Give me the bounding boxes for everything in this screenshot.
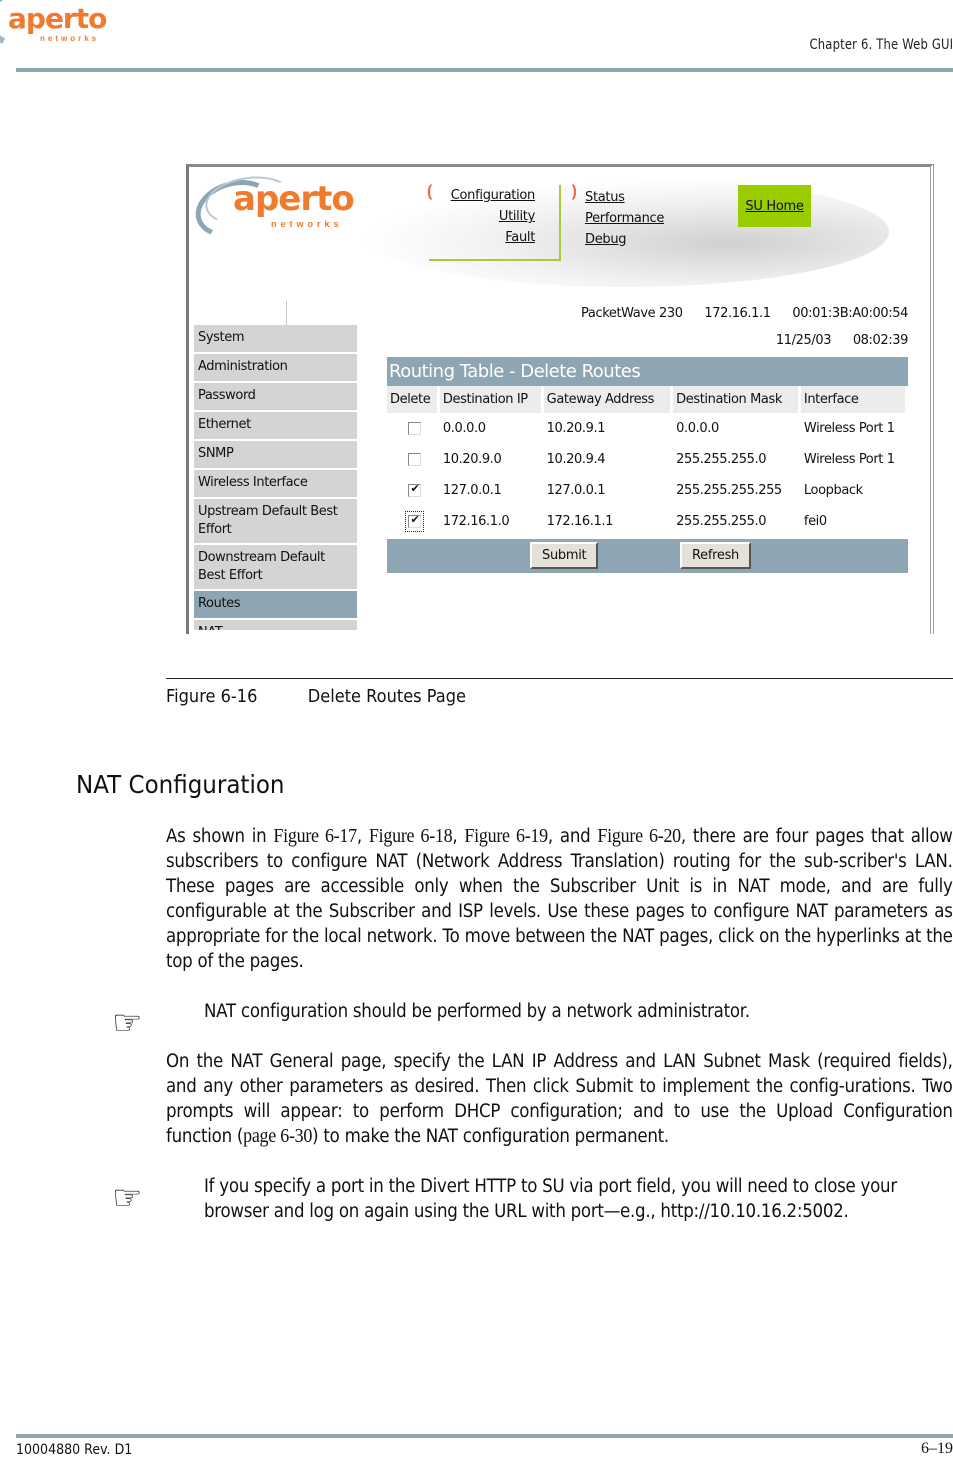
submit-button[interactable]: Submit [530,542,599,569]
table-row: 127.0.0.1 127.0.0.1 255.255.255.255 Loop… [387,475,908,506]
delete-checkbox[interactable] [408,482,422,497]
sidebar-item-system[interactable]: System [194,325,357,354]
device-mac: 00:01:3B:A0:00:54 [792,306,908,321]
nav-group-left: ( ) Configuration Utility Fault [427,183,577,261]
cell-mask: 255.255.255.0 [676,514,767,529]
aperto-logo: aperto networks [0,0,120,55]
sidebar-item-downstream-default-best-effort[interactable]: Downstream Default Best Effort [194,545,357,591]
table-row: 172.16.1.0 172.16.1.1 255.255.255.0 fei0 [387,506,908,537]
footer-rule [16,1434,953,1438]
section-heading: NAT Configuration [76,770,285,799]
cell-destination-ip: 172.16.1.0 [442,514,510,529]
logo-sub: networks [40,34,100,43]
device-datetime: 11/25/03 08:02:39 [758,333,909,348]
text: , [452,826,465,847]
paragraph-nat-general: On the NAT General page, specify the LAN… [166,1049,953,1149]
nav-debug[interactable]: Debug [585,229,664,250]
column-header-gateway-address: Gateway Address [543,386,674,413]
routing-table: Delete Destination IP Gateway Address De… [387,386,908,537]
nav-fault[interactable]: Fault [451,227,535,248]
right-paren-icon: ) [571,183,577,200]
routing-table-panel: Routing Table - Delete Routes Delete Des… [387,357,908,573]
device-info: PacketWave 230 172.16.1.1 00:01:3B:A0:00… [563,306,908,321]
nav-performance[interactable]: Performance [585,208,664,229]
cell-mask: 255.255.255.255 [676,483,782,498]
refresh-button[interactable]: Refresh [680,542,751,569]
text: ) to make the NAT configuration permanen… [312,1126,669,1147]
sidebar-item-ethernet[interactable]: Ethernet [194,412,357,441]
chapter-title: Chapter 6. The Web GUI [809,37,953,53]
sidebar-item-snmp[interactable]: SNMP [194,441,357,470]
figure-ref-6-17[interactable]: Figure 6-17 [273,825,357,847]
sidebar-item-administration[interactable]: Administration [194,354,357,383]
delete-routes-screenshot: aperto networks ( ) Configuration Utilit… [186,164,934,634]
text: , there are four pages that allow subscr… [166,826,953,972]
left-paren-icon: ( [427,183,433,200]
app-logo: aperto networks [189,171,363,247]
paragraph-intro: As shown in Figure 6-17, Figure 6-18, Fi… [166,824,953,974]
sidebar-item-routes[interactable]: Routes [194,591,357,620]
column-header-destination-ip: Destination IP [439,386,544,413]
sidebar-item-upstream-default-best-effort[interactable]: Upstream Default Best Effort [194,499,357,545]
sidebar-item-nat[interactable]: NAT [194,620,357,632]
cell-mask: 0.0.0.0 [676,421,719,436]
column-header-interface: Interface [800,386,908,413]
cell-gateway: 172.16.1.1 [546,514,614,529]
cell-interface: Loopback [803,483,863,498]
app-logo-word: aperto [233,179,355,219]
nav-configuration[interactable]: Configuration [451,185,536,206]
figure-ref-6-18[interactable]: Figure 6-18 [369,825,453,847]
cell-gateway: 127.0.0.1 [546,483,606,498]
cell-interface: fei0 [803,514,827,529]
figure-number: Figure 6-16 [166,686,258,707]
device-date: 11/25/03 [775,333,832,348]
cell-gateway: 10.20.9.4 [546,452,606,467]
nav-utility[interactable]: Utility [451,206,535,227]
pointing-hand-icon: ☞ [112,1178,143,1218]
logo-word: aperto [8,2,107,35]
column-header-delete: Delete [387,386,440,413]
routing-table-footer: Submit Refresh [387,537,908,573]
cell-interface: Wireless Port 1 [803,421,895,436]
sidebar-item-password[interactable]: Password [194,383,357,412]
cell-interface: Wireless Port 1 [803,452,895,467]
figure-ref-6-19[interactable]: Figure 6-19 [464,825,548,847]
cell-destination-ip: 127.0.0.1 [442,483,502,498]
delete-checkbox[interactable] [408,422,422,435]
delete-checkbox[interactable] [408,513,422,528]
caption-rule [166,678,953,679]
note-admin: NAT configuration should be performed by… [204,1001,750,1022]
text: As shown in [166,826,274,847]
table-row: 10.20.9.0 10.20.9.4 255.255.255.0 Wirele… [387,444,908,475]
cell-destination-ip: 0.0.0.0 [442,421,486,436]
figure-ref-6-20[interactable]: Figure 6-20 [597,825,681,847]
table-row: 0.0.0.0 10.20.9.1 0.0.0.0 Wireless Port … [387,413,908,444]
page-number: 6–19 [921,1440,953,1457]
sidebar: System Administration Password Ethernet … [194,325,357,632]
sidebar-item-wireless-interface[interactable]: Wireless Interface [194,470,357,499]
figure-caption: Figure 6-16 Delete Routes Page [166,686,466,707]
device-model: PacketWave 230 [581,306,683,321]
divider [286,301,287,325]
column-header-destination-mask: Destination Mask [673,386,801,413]
device-ip: 172.16.1.1 [704,306,771,321]
app-logo-sub: networks [271,219,343,229]
text: , and [547,826,598,847]
figure-title: Delete Routes Page [307,686,466,707]
document-id: 10004880 Rev. D1 [16,1442,133,1458]
cell-gateway: 10.20.9.1 [546,421,606,436]
header-rule [16,68,953,72]
pointing-hand-icon: ☞ [112,1003,143,1043]
nav-status[interactable]: Status [585,187,664,208]
text: , [356,826,369,847]
cell-mask: 255.255.255.0 [676,452,767,467]
routing-table-title: Routing Table - Delete Routes [387,357,908,386]
note-divert-http: If you specify a port in the Divert HTTP… [204,1176,897,1222]
nav-group-right: Status Performance Debug [585,187,664,250]
su-home-button[interactable]: SU Home [738,185,811,227]
delete-checkbox[interactable] [408,453,422,466]
device-time: 08:02:39 [852,333,909,348]
cell-destination-ip: 10.20.9.0 [442,452,502,467]
page-ref-6-30[interactable]: page 6-30 [243,1125,312,1147]
